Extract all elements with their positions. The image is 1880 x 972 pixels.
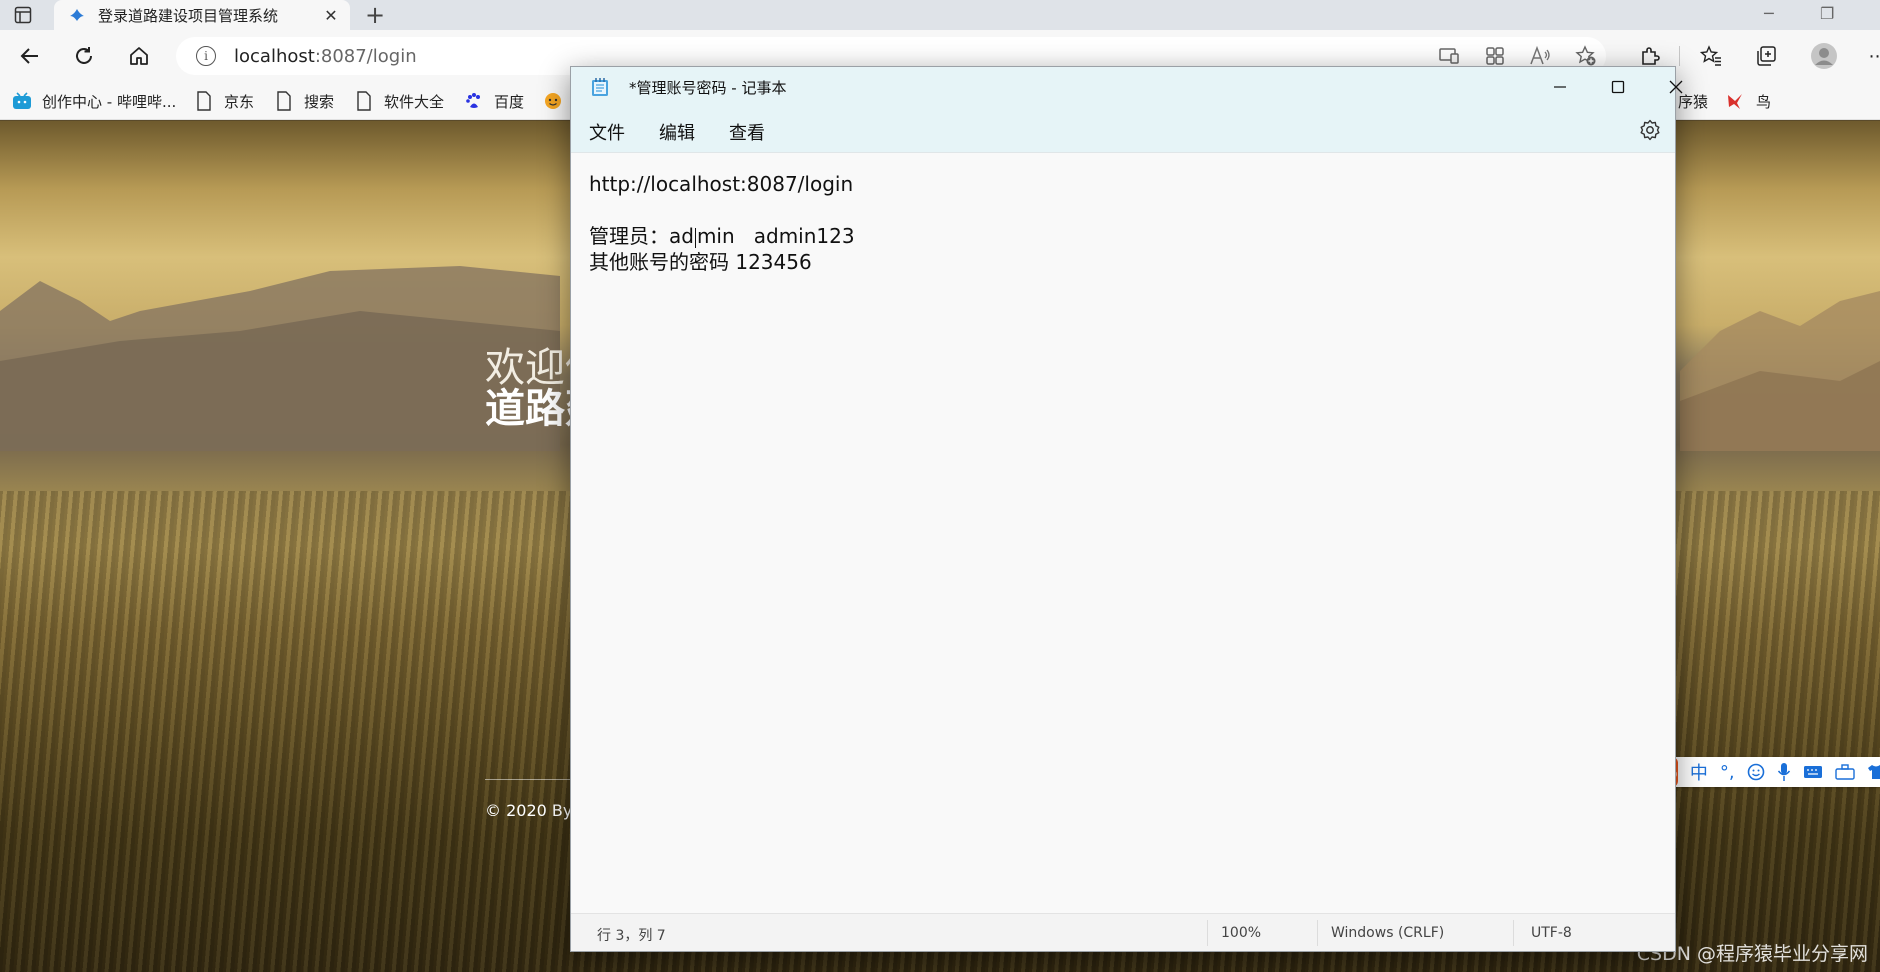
menu-view[interactable]: 查看 [723, 117, 771, 147]
home-icon[interactable] [125, 42, 153, 70]
minimize-button[interactable] [1531, 67, 1589, 107]
maximize-button[interactable] [1589, 67, 1647, 107]
settings-gear-icon[interactable] [1639, 119, 1661, 141]
status-encoding: UTF-8 [1531, 925, 1572, 941]
bookmark-bilibili[interactable]: 创作中心 - 哔哩哔... [12, 82, 176, 120]
cast-icon[interactable] [1437, 44, 1461, 68]
notepad-statusbar: 行 3，列 7 100% Windows (CRLF) UTF-8 [571, 913, 1675, 951]
tab-login[interactable]: 登录道路建设项目管理系统 ✕ [54, 0, 350, 30]
toolbar-divider [1679, 46, 1680, 66]
close-button[interactable] [1647, 67, 1705, 107]
site-info-icon[interactable]: i [196, 46, 216, 66]
notepad-titlebar[interactable]: *管理账号密码 - 记事本 [571, 67, 1683, 107]
menu-edit[interactable]: 编辑 [653, 117, 701, 147]
profile-avatar-icon[interactable] [1810, 42, 1838, 70]
footer-divider [485, 779, 575, 780]
browser-restore-icon[interactable]: ❐ [1820, 4, 1834, 23]
ime-punctuation-toggle[interactable]: °, [1720, 762, 1735, 783]
skin-shirt-icon[interactable] [1867, 764, 1880, 780]
text-line-url: http://localhost:8087/login [589, 172, 854, 196]
emoji-icon[interactable] [1747, 763, 1765, 781]
site-favicon-icon [68, 6, 86, 24]
more-menu-icon[interactable]: ⋯ [1866, 44, 1880, 68]
notepad-app-icon [592, 78, 608, 96]
tab-close-icon[interactable]: ✕ [322, 6, 340, 25]
bookmark-search[interactable]: 搜索 [274, 82, 334, 120]
tab-title: 登录道路建设项目管理系统 [98, 6, 279, 25]
collections-icon[interactable] [1754, 44, 1778, 68]
reload-icon[interactable] [70, 42, 98, 70]
ime-toolbar: S 中 °, [1660, 757, 1880, 787]
bookmark-software[interactable]: 软件大全 [354, 82, 444, 120]
keyboard-icon[interactable] [1803, 765, 1823, 779]
notepad-menubar: 文件 编辑 查看 [571, 107, 1675, 153]
text-line-password: 其他账号的密码 123456 [589, 250, 812, 274]
bookmark-emoji[interactable] [543, 82, 573, 120]
bookmark-jd[interactable]: 京东 [194, 82, 254, 120]
menu-file[interactable]: 文件 [583, 117, 631, 147]
new-tab-icon[interactable]: + [362, 2, 388, 28]
bird-icon [1726, 91, 1746, 111]
browser-minimize-icon[interactable]: ─ [1764, 4, 1774, 23]
notepad-window-title: *管理账号密码 - 记事本 [629, 79, 787, 97]
status-divider [1317, 920, 1318, 946]
copyright-text: © 2020 By [485, 801, 573, 820]
url-text: localhost:8087/login [234, 45, 417, 67]
emoji-face-icon [543, 91, 563, 111]
status-line-ending: Windows (CRLF) [1331, 925, 1445, 941]
extensions-icon[interactable] [1638, 44, 1662, 68]
notepad-window: *管理账号密码 - 记事本 文件 编辑 查看 http://localhost:… [570, 66, 1683, 952]
browser-tab-strip: 登录道路建设项目管理系统 ✕ + ─ ❐ [0, 0, 1880, 30]
apps-icon[interactable] [1483, 44, 1507, 68]
tab-actions-icon[interactable] [12, 4, 34, 26]
back-icon[interactable] [16, 42, 44, 70]
page-icon [274, 91, 294, 111]
text-line-empty [589, 197, 1649, 223]
page-icon [354, 91, 374, 111]
bookmark-baidu[interactable]: 百度 [464, 82, 524, 120]
read-aloud-icon[interactable] [1528, 44, 1552, 68]
baidu-paw-icon [464, 91, 484, 111]
text-caret [694, 227, 696, 248]
microphone-icon[interactable] [1777, 762, 1791, 782]
add-favorite-icon[interactable] [1574, 44, 1598, 68]
status-divider [1207, 920, 1208, 946]
ime-mode-toggle[interactable]: 中 [1690, 759, 1708, 785]
toolbox-icon[interactable] [1834, 764, 1855, 780]
bilibili-icon [12, 91, 32, 111]
notepad-text-area[interactable]: http://localhost:8087/login 管理员：ad min ad… [589, 171, 1649, 275]
bookmark-bird[interactable]: 鸟 [1726, 82, 1771, 120]
page-icon [194, 91, 214, 111]
favorites-icon[interactable] [1699, 44, 1723, 68]
text-line-admin: 管理员：ad min admin123 [589, 224, 855, 248]
status-zoom: 100% [1221, 925, 1262, 941]
status-cursor-position: 行 3，列 7 [597, 928, 666, 944]
status-divider [1513, 920, 1514, 946]
